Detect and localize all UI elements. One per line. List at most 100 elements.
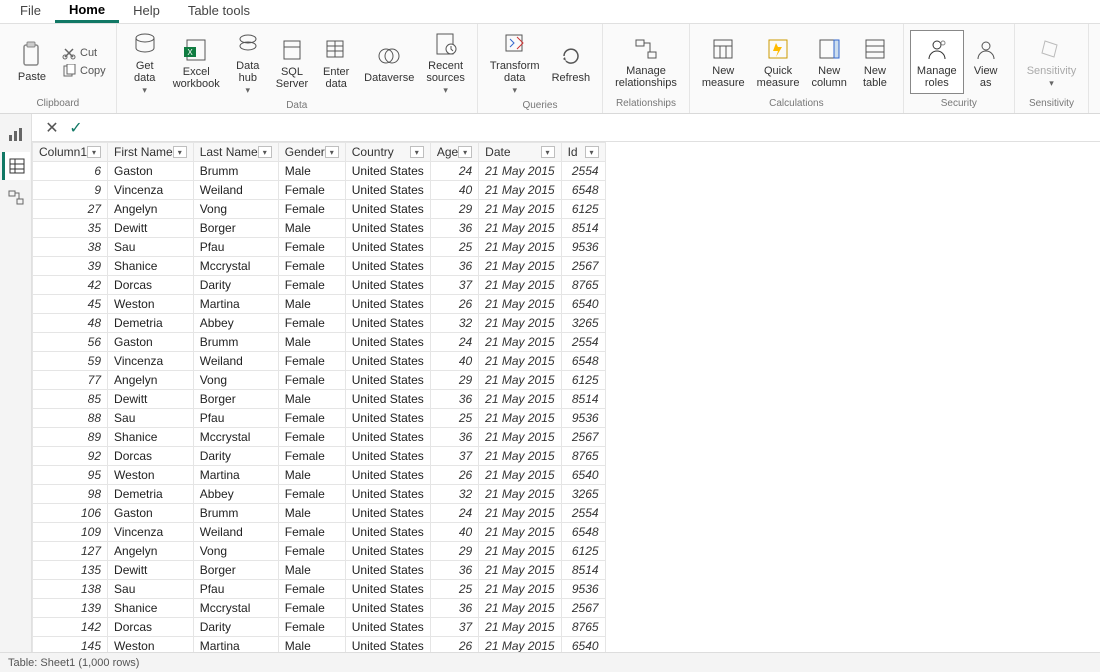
filter-dropdown-icon[interactable]: ▾ [325, 146, 339, 158]
cell[interactable]: United States [345, 447, 430, 466]
cell[interactable]: Mccrystal [193, 257, 278, 276]
cell[interactable]: 85 [33, 390, 108, 409]
cell[interactable]: United States [345, 238, 430, 257]
copy-button[interactable]: Copy [58, 62, 110, 80]
commit-formula-button[interactable]: ✓ [64, 118, 88, 138]
cell[interactable]: 2567 [561, 257, 605, 276]
cell[interactable]: Dewitt [108, 561, 194, 580]
cell[interactable]: Sau [108, 580, 194, 599]
cell[interactable]: 26 [430, 295, 478, 314]
cell[interactable]: Martina [193, 466, 278, 485]
cell[interactable]: Female [278, 618, 345, 637]
table-row[interactable]: 38SauPfauFemaleUnited States2521 May 201… [33, 238, 606, 257]
cell[interactable]: 36 [430, 390, 478, 409]
table-row[interactable]: 85DewittBorgerMaleUnited States3621 May … [33, 390, 606, 409]
table-row[interactable]: 142DorcasDarityFemaleUnited States3721 M… [33, 618, 606, 637]
cell[interactable]: Weiland [193, 181, 278, 200]
get-data-button[interactable]: Get data▾ [123, 26, 167, 100]
table-row[interactable]: 145WestonMartinaMaleUnited States2621 Ma… [33, 637, 606, 653]
cell[interactable]: Angelyn [108, 200, 194, 219]
cell[interactable]: 8514 [561, 561, 605, 580]
view-as-button[interactable]: View as [964, 31, 1008, 93]
data-view-button[interactable] [2, 152, 30, 180]
cell[interactable]: 21 May 2015 [479, 333, 561, 352]
cell[interactable]: 2554 [561, 162, 605, 181]
cell[interactable]: 32 [430, 314, 478, 333]
cell[interactable]: Abbey [193, 485, 278, 504]
tab-file[interactable]: File [6, 0, 55, 23]
table-row[interactable]: 59VincenzaWeilandFemaleUnited States4021… [33, 352, 606, 371]
cell[interactable]: Gaston [108, 162, 194, 181]
cell[interactable]: Female [278, 181, 345, 200]
cell[interactable]: 21 May 2015 [479, 371, 561, 390]
cell[interactable]: United States [345, 257, 430, 276]
cell[interactable]: Shanice [108, 257, 194, 276]
cell[interactable]: Martina [193, 637, 278, 653]
cell[interactable]: 21 May 2015 [479, 409, 561, 428]
cell[interactable]: 45 [33, 295, 108, 314]
cell[interactable]: United States [345, 295, 430, 314]
table-row[interactable]: 109VincenzaWeilandFemaleUnited States402… [33, 523, 606, 542]
cell[interactable]: Male [278, 637, 345, 653]
cell[interactable]: Borger [193, 561, 278, 580]
table-row[interactable]: 139ShaniceMccrystalFemaleUnited States36… [33, 599, 606, 618]
cell[interactable]: Female [278, 352, 345, 371]
cell[interactable]: 21 May 2015 [479, 580, 561, 599]
cell[interactable]: 29 [430, 371, 478, 390]
cell[interactable]: Darity [193, 276, 278, 295]
cell[interactable]: 42 [33, 276, 108, 295]
cell[interactable]: 6125 [561, 371, 605, 390]
cell[interactable]: 21 May 2015 [479, 504, 561, 523]
cell[interactable]: Female [278, 314, 345, 333]
cell[interactable]: Female [278, 485, 345, 504]
cancel-formula-button[interactable]: ✕ [40, 118, 64, 138]
refresh-button[interactable]: Refresh [546, 38, 597, 88]
table-row[interactable]: 138SauPfauFemaleUnited States2521 May 20… [33, 580, 606, 599]
cell[interactable]: Female [278, 428, 345, 447]
cell[interactable]: Abbey [193, 314, 278, 333]
data-hub-button[interactable]: Data hub▾ [226, 26, 270, 100]
cell[interactable]: Male [278, 466, 345, 485]
cell[interactable]: Gaston [108, 504, 194, 523]
cell[interactable]: 24 [430, 504, 478, 523]
column-header[interactable]: Date▾ [479, 143, 561, 162]
cell[interactable]: 21 May 2015 [479, 390, 561, 409]
table-row[interactable]: 98DemetriaAbbeyFemaleUnited States3221 M… [33, 485, 606, 504]
cell[interactable]: United States [345, 561, 430, 580]
cell[interactable]: United States [345, 485, 430, 504]
cell[interactable]: Weston [108, 637, 194, 653]
cell[interactable]: 89 [33, 428, 108, 447]
cell[interactable]: 142 [33, 618, 108, 637]
cell[interactable]: Martina [193, 295, 278, 314]
cell[interactable]: United States [345, 637, 430, 653]
cell[interactable]: 6540 [561, 466, 605, 485]
cell[interactable]: Mccrystal [193, 599, 278, 618]
table-row[interactable]: 88SauPfauFemaleUnited States2521 May 201… [33, 409, 606, 428]
table-row[interactable]: 77AngelynVongFemaleUnited States2921 May… [33, 371, 606, 390]
cell[interactable]: 2567 [561, 428, 605, 447]
cell[interactable]: Male [278, 333, 345, 352]
cell[interactable]: 37 [430, 618, 478, 637]
cell[interactable]: Female [278, 371, 345, 390]
formula-input[interactable] [88, 119, 1092, 137]
cell[interactable]: 8514 [561, 390, 605, 409]
cell[interactable]: 21 May 2015 [479, 542, 561, 561]
cell[interactable]: 9536 [561, 409, 605, 428]
filter-dropdown-icon[interactable]: ▾ [410, 146, 424, 158]
cell[interactable]: 77 [33, 371, 108, 390]
cell[interactable]: Female [278, 542, 345, 561]
table-row[interactable]: 48DemetriaAbbeyFemaleUnited States3221 M… [33, 314, 606, 333]
cell[interactable]: Angelyn [108, 542, 194, 561]
cell[interactable]: Sau [108, 409, 194, 428]
cell[interactable]: 21 May 2015 [479, 181, 561, 200]
cell[interactable]: 6548 [561, 352, 605, 371]
cell[interactable]: Female [278, 276, 345, 295]
cell[interactable]: 21 May 2015 [479, 314, 561, 333]
cell[interactable]: Pfau [193, 409, 278, 428]
cell[interactable]: 29 [430, 200, 478, 219]
cell[interactable]: 135 [33, 561, 108, 580]
cell[interactable]: Borger [193, 390, 278, 409]
cell[interactable]: United States [345, 219, 430, 238]
cell[interactable]: 21 May 2015 [479, 257, 561, 276]
enter-data-button[interactable]: Enter data [314, 32, 358, 94]
